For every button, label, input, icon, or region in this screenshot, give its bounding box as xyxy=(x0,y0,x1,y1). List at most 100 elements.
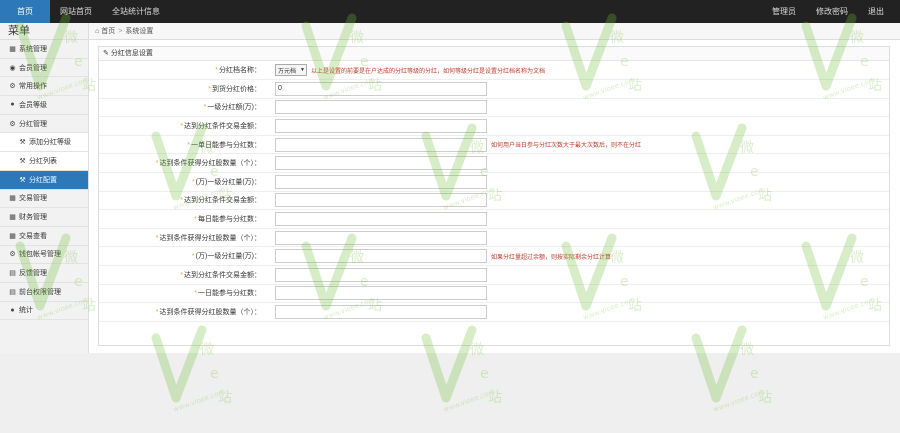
form-label: *一日能参与分红数： xyxy=(99,284,267,304)
form-label: *到货分红价格： xyxy=(99,79,267,99)
sidebar-item-label: 会员等级 xyxy=(19,101,47,109)
wrench-icon: ⚒ xyxy=(19,157,26,165)
required-star: * xyxy=(155,309,159,317)
form-label-text: 一级分红额(万)： xyxy=(207,104,261,112)
sidebar-item[interactable]: ◉ 会员管理 xyxy=(0,59,88,78)
form-label-text: 一日能参与分红数： xyxy=(198,290,261,298)
sidebar-item[interactable]: ⚙ 分红管理 xyxy=(0,115,88,134)
breadcrumb-current: 系统设置 xyxy=(125,28,154,35)
form-value-cell xyxy=(267,191,889,211)
form-row: *达到分红条件交易金额： xyxy=(99,116,889,136)
sidebar-item[interactable]: ⚙ 钱包帐号管理 xyxy=(0,246,88,265)
top-nav-right: 管理员 修改密码 退出 xyxy=(762,0,900,23)
sidebar-item[interactable]: ● 统计 xyxy=(0,302,88,321)
form-input[interactable] xyxy=(275,305,487,320)
sidebar-item[interactable]: ⚒ 分红列表 xyxy=(0,152,88,171)
sidebar-item[interactable]: ⚙ 常用操作 xyxy=(0,77,88,97)
form-label-text: (万)一级分红量(万)： xyxy=(195,178,261,186)
breadcrumb-home[interactable]: 首页 xyxy=(101,26,115,36)
sidebar-item[interactable]: ▦ 交易查看 xyxy=(0,227,88,246)
main-content: ⌂ 首页 > 系统设置 ✎ 分红信息设置 *分红档名称： 万元档 ▼ 以上是设置的前要… xyxy=(89,23,900,366)
sidebar-item[interactable]: ▦ 系统管理 xyxy=(0,40,88,59)
required-star: * xyxy=(215,67,218,75)
pencil-icon: ✎ xyxy=(103,50,109,57)
form-input[interactable] xyxy=(275,267,487,282)
sidebar-item-label: 反馈管理 xyxy=(19,270,47,278)
top-right-item-0[interactable]: 管理员 xyxy=(762,0,806,23)
sidebar-item-label: 交易查看 xyxy=(19,232,47,240)
sidebar-item[interactable]: ⚒ 添加分红等级 xyxy=(0,133,88,153)
sidebar-item[interactable]: ▤ 前台权限管理 xyxy=(0,283,88,302)
top-nav-item-0[interactable]: 首页 xyxy=(0,0,50,23)
dividend-tier-select[interactable]: 万元档 ▼ xyxy=(275,64,307,77)
form-value-cell xyxy=(267,116,889,136)
top-nav-item-2[interactable]: 全站统计信息 xyxy=(102,0,170,23)
form-input[interactable] xyxy=(275,212,487,227)
form-input[interactable] xyxy=(275,230,487,245)
form-label-text: 一单日能参与分红数： xyxy=(191,141,261,149)
required-star: * xyxy=(191,253,195,261)
form-value-cell xyxy=(267,172,889,192)
form-row: *分红档名称： 万元档 ▼ 以上是设置的前要是在户达成的分红等级的分红，如何等级分红是… xyxy=(99,61,889,81)
sidebar-item[interactable]: ⚒ 分红配置 xyxy=(0,170,88,190)
form-row: *一日能参与分红数： xyxy=(99,284,889,304)
required-star: * xyxy=(180,123,183,131)
sidebar-item-label: 分红列表 xyxy=(29,157,57,165)
form-input[interactable]: 0 xyxy=(275,81,487,96)
gear-icon: ⚙ xyxy=(9,83,16,91)
form-row: *一级分红额(万)： xyxy=(99,97,889,118)
form-label: *每日能参与分红数： xyxy=(99,209,267,229)
sidebar-item[interactable]: ▦ 财务管理 xyxy=(0,208,88,227)
sidebar-items: ▦ 系统管理 ◉ 会员管理 ⚙ 常用操作 ● 会员等级 ⚙ 分红管理 ⚒ 添加分红等级 ⚒ 分红列表 ⚒ 分红… xyxy=(0,40,88,321)
sidebar-item[interactable]: ▦ 交易管理 xyxy=(0,190,88,209)
grid-icon: ▦ xyxy=(9,195,16,203)
settings-form: *分红档名称： 万元档 ▼ 以上是设置的前要是在户达成的分红等级的分红，如何等级分红是… xyxy=(99,61,889,322)
form-label: *达到条件获得分红股数量（个）： xyxy=(99,302,267,322)
form-label: *达到分红条件交易金额： xyxy=(99,191,267,211)
form-input[interactable] xyxy=(275,286,487,301)
doc-icon: ▤ xyxy=(9,288,16,296)
page-footer-area xyxy=(0,353,900,433)
required-star: * xyxy=(194,216,197,224)
form-input[interactable] xyxy=(275,174,487,189)
form-value-cell: 如果分红量超过余额，则按实际剩余分红计算 xyxy=(267,246,889,267)
form-label: *达到条件获得分红股数量（个）： xyxy=(99,153,267,174)
settings-panel: ✎ 分红信息设置 *分红档名称： 万元档 ▼ 以上是设置的前要是在户达成的分红等级的分… xyxy=(98,46,890,366)
form-input[interactable] xyxy=(275,119,487,134)
form-label-text: 达到条件获得分红股数量（个）： xyxy=(159,160,262,168)
form-input[interactable] xyxy=(275,156,487,171)
form-row: *达到条件获得分红股数量（个）： xyxy=(99,302,889,322)
form-value-cell: 万元档 ▼ 以上是设置的前要是在户达成的分红等级的分红，如何等级分红是设置分红档名称… xyxy=(267,61,889,81)
form-hint: 如何用户当日参与分红次数大于最大次数后，则不在分红 xyxy=(491,143,642,150)
top-nav-left: 首页 网站首页 全站统计信息 xyxy=(0,0,170,23)
sidebar-item[interactable]: ▤ 反馈管理 xyxy=(0,264,88,283)
grid-icon: ▦ xyxy=(9,214,16,222)
sidebar-item-label: 统计 xyxy=(19,307,33,315)
top-navbar: 首页 网站首页 全站统计信息 管理员 修改密码 退出 xyxy=(0,0,900,23)
form-value-cell xyxy=(267,265,889,285)
sidebar-item-label: 财务管理 xyxy=(19,214,47,222)
sidebar-item-label: 前台权限管理 xyxy=(19,288,61,296)
required-star: * xyxy=(208,85,211,93)
gear-icon: ⚙ xyxy=(9,251,16,259)
form-hint: 以上是设置的前要是在户达成的分红等级的分红，如何等级分红是设置分红档名称为文档 xyxy=(311,68,546,75)
form-input[interactable] xyxy=(275,193,487,208)
form-label: *分红档名称： xyxy=(99,61,267,81)
form-row: *每日能参与分红数： xyxy=(99,209,889,229)
sidebar-item[interactable]: ● 会员等级 xyxy=(0,96,88,115)
form-input[interactable] xyxy=(275,249,487,264)
top-right-item-1[interactable]: 修改密码 xyxy=(806,0,858,23)
form-label-text: (万)一级分红量(万)： xyxy=(195,253,261,261)
required-star: * xyxy=(155,160,159,168)
form-label: *(万)一级分红量(万)： xyxy=(99,246,267,267)
top-right-item-2[interactable]: 退出 xyxy=(858,0,894,23)
form-input[interactable] xyxy=(275,100,487,115)
form-input[interactable] xyxy=(275,137,487,152)
top-nav-item-1[interactable]: 网站首页 xyxy=(50,0,102,23)
form-row: *(万)一级分红量(万)： xyxy=(99,172,889,192)
form-label: *一级分红额(万)： xyxy=(99,97,267,118)
person-icon: ● xyxy=(10,306,15,314)
sidebar-item-label: 钱包帐号管理 xyxy=(19,251,61,259)
form-hint: 如果分红量超过余额，则按实际剩余分红计算 xyxy=(491,254,612,261)
form-row: *达到条件获得分红股数量（个）： xyxy=(99,153,889,174)
